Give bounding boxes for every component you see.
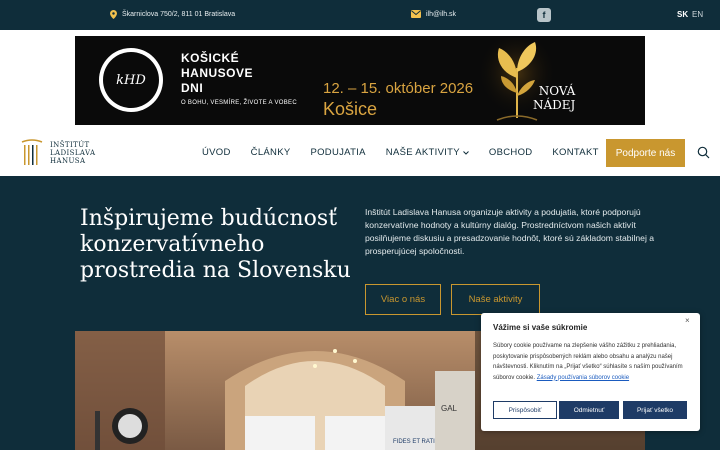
top-bar: Škarniclova 750/2, 811 01 Bratislava ilh… <box>0 0 720 30</box>
columns-logo-icon <box>21 139 43 165</box>
customize-button[interactable]: Prispôsobiť <box>493 401 557 419</box>
cookie-title: Vážime si vaše súkromie <box>493 323 588 332</box>
nav-item-clanky[interactable]: ČLÁNKY <box>251 147 291 158</box>
cookie-text: Súbory cookie používame na zlepšenie váš… <box>493 341 693 383</box>
chevron-down-icon <box>463 150 469 155</box>
brand-line3: HANUSA <box>50 157 86 165</box>
reject-button[interactable]: Odmietnuť <box>559 401 619 419</box>
event-tagline: NOVÁ NÁDEJ <box>533 84 575 112</box>
nav-item-nase-aktivity[interactable]: NAŠE AKTIVITY <box>386 147 469 158</box>
activities-button[interactable]: Naše aktivity <box>451 284 540 315</box>
main-nav: ÚVOD ČLÁNKY PODUJATIA NAŠE AKTIVITY OBCH… <box>202 147 619 158</box>
about-button[interactable]: Viac o nás <box>365 284 441 315</box>
event-city: Košice <box>323 99 378 119</box>
cookie-policy-link[interactable]: Zásady používania súborov cookie <box>537 375 629 381</box>
language-sk[interactable]: SK <box>677 10 688 19</box>
event-dates: 12. – 15. október 2026 <box>323 80 474 97</box>
nav-item-kontakt[interactable]: KONTAKT <box>552 147 598 158</box>
event-logo: kHD <box>99 48 163 112</box>
event-title-line3: DNI <box>181 81 204 95</box>
event-tagline-line1: NOVÁ <box>538 84 576 98</box>
nav-item-nase-aktivity-label: NAŠE AKTIVITY <box>385 147 460 158</box>
accept-all-button[interactable]: Prijať všetko <box>623 401 687 419</box>
hero-description: Inštitút Ladislava Hanusa organizuje akt… <box>365 207 655 256</box>
email-link[interactable]: ilh@ilh.sk <box>426 11 456 18</box>
photo-wall-letters: GAL <box>441 404 458 413</box>
brand-line2: LADISLAVA <box>50 149 96 157</box>
email-info[interactable]: ilh@ilh.sk <box>411 10 456 18</box>
nav-item-podujatia[interactable]: PODUJATIA <box>310 147 365 158</box>
cookie-consent-dialog: × Vážime si vaše súkromie Súbory cookie … <box>481 313 700 431</box>
address-info: Škarniclova 750/2, 811 01 Bratislava <box>110 10 235 19</box>
nav-item-uvod[interactable]: ÚVOD <box>202 147 231 158</box>
site-header: INŠTITÚT LADISLAVA HANUSA ÚVOD ČLÁNKY PO… <box>0 130 720 176</box>
brand-line1: INŠTITÚT <box>50 141 90 149</box>
facebook-glyph: f <box>542 10 546 20</box>
hero-heading: Inšpirujeme budúcnosť konzervatívneho pr… <box>80 206 351 283</box>
photo-sign-text: FIDES ET RATIO <box>393 439 440 445</box>
facebook-icon[interactable]: f <box>537 8 551 22</box>
site-logo[interactable]: INŠTITÚT LADISLAVA HANUSA <box>20 138 95 168</box>
envelope-icon <box>411 10 421 18</box>
event-title-line2: HANUSOVE <box>181 66 254 80</box>
event-banner[interactable]: kHD KOŠICKÉ HANUSOVE DNI O BOHU, VESMÍRE… <box>75 36 645 125</box>
search-icon[interactable] <box>697 146 710 159</box>
event-title: KOŠICKÉ HANUSOVE DNI <box>181 51 253 96</box>
support-button[interactable]: Podporte nás <box>606 139 685 167</box>
map-pin-icon <box>110 10 117 19</box>
brand-name: INŠTITÚT LADISLAVA HANUSA <box>50 141 95 165</box>
language-en[interactable]: EN <box>692 10 703 19</box>
close-icon[interactable]: × <box>685 316 690 325</box>
event-tagline-line2: NÁDEJ <box>533 98 576 112</box>
event-subtitle: O BOHU, VESMÍRE, ŽIVOTE A VOBEC <box>181 100 297 106</box>
event-title-line1: KOŠICKÉ <box>181 51 240 65</box>
event-logo-text: kHD <box>103 52 159 108</box>
nav-item-obchod[interactable]: OBCHOD <box>489 147 533 158</box>
address-text: Škarniclova 750/2, 811 01 Bratislava <box>122 11 236 18</box>
